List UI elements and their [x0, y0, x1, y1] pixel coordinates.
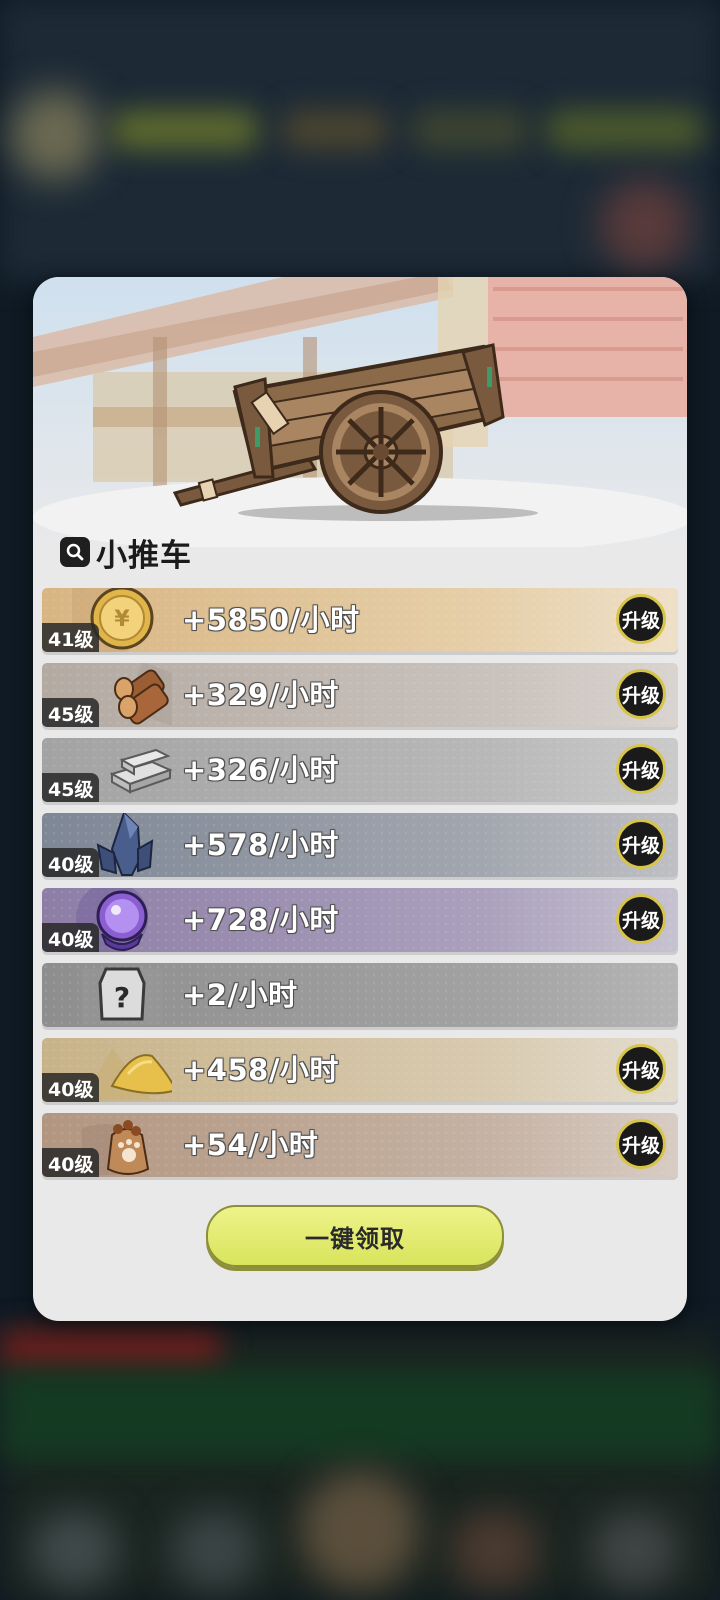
- resource-row-gold: ¥ 41级 +5850/小时 升级: [42, 588, 678, 652]
- svg-text:¥: ¥: [114, 607, 130, 632]
- building-title: 小推车: [60, 532, 192, 574]
- level-badge: 45级: [42, 773, 100, 802]
- level-badge: 40级: [42, 1148, 100, 1177]
- upgrade-button[interactable]: 升级: [616, 894, 666, 944]
- production-rate: +326/小时: [182, 753, 339, 787]
- upgrade-button[interactable]: 升级: [616, 744, 666, 794]
- upgrade-button[interactable]: 升级: [616, 669, 666, 719]
- search-icon: [66, 543, 84, 561]
- level-badge: 40级: [42, 1073, 100, 1102]
- inspect-button[interactable]: [60, 537, 90, 567]
- resource-row-magic-orb: 40级 +728/小时 升级: [42, 888, 678, 952]
- production-rate: +578/小时: [182, 828, 339, 862]
- unknown-armor-icon: ?: [82, 967, 162, 1025]
- cart-illustration: [33, 277, 687, 547]
- resource-row-sand: 40级 +458/小时 升级: [42, 1038, 678, 1102]
- level-badge: 41级: [42, 623, 100, 652]
- building-name: 小推车: [96, 537, 192, 574]
- production-rate: +54/小时: [182, 1128, 319, 1162]
- resource-list: ¥ 41级 +5850/小时 升级 45级 +329/小时 升级 45级 +32…: [42, 588, 678, 1188]
- resource-row-paw-sack: 40级 +54/小时 升级: [42, 1113, 678, 1177]
- resource-row-crystal: 40级 +578/小时 升级: [42, 813, 678, 877]
- resource-row-stone: 45级 +326/小时 升级: [42, 738, 678, 802]
- upgrade-button[interactable]: 升级: [616, 1119, 666, 1169]
- level-badge: 40级: [42, 923, 100, 952]
- production-rate: +2/小时: [182, 978, 298, 1012]
- resource-row-unknown: ? +2/小时: [42, 963, 678, 1027]
- level-badge: 40级: [42, 848, 100, 877]
- production-rate: +329/小时: [182, 678, 339, 712]
- upgrade-button[interactable]: 升级: [616, 594, 666, 644]
- level-badge: 45级: [42, 698, 100, 727]
- production-rate: +5850/小时: [182, 603, 360, 637]
- production-rate: +458/小时: [182, 1053, 339, 1087]
- svg-text:?: ?: [114, 981, 130, 1014]
- production-rate: +728/小时: [182, 903, 339, 937]
- resource-row-wood: 45级 +329/小时 升级: [42, 663, 678, 727]
- upgrade-button[interactable]: 升级: [616, 819, 666, 869]
- upgrade-button[interactable]: 升级: [616, 1044, 666, 1094]
- production-modal: 小推车 ¥ 41级 +5850/小时 升级 45级 +329/小时 升级 45级…: [33, 277, 687, 1321]
- claim-all-button[interactable]: 一键领取: [206, 1205, 504, 1267]
